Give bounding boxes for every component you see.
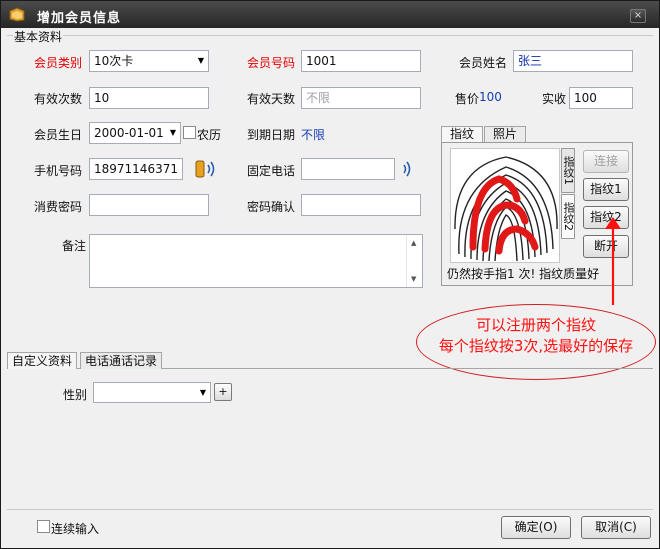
member-no-label: 会员号码: [247, 56, 296, 70]
member-no-field[interactable]: 1001: [301, 50, 421, 72]
notes-scrollbar[interactable]: ▲ ▼: [406, 235, 422, 287]
basic-info-title: 基本资料: [13, 28, 64, 45]
phone-field[interactable]: [301, 158, 395, 180]
annotation-line-1: 可以注册两个指纹: [475, 316, 596, 334]
member-name-field[interactable]: 张三: [513, 50, 633, 72]
phone-handset-icon[interactable]: [398, 158, 424, 180]
add-option-button[interactable]: +: [214, 383, 232, 401]
app-book-icon: [9, 7, 25, 22]
connect-button[interactable]: 连接: [583, 150, 629, 173]
birthday-label: 会员生日: [34, 128, 83, 142]
chevron-down-icon: ▼: [199, 388, 206, 397]
valid-times-label: 有效次数: [34, 92, 83, 106]
password-confirm-label: 密码确认: [247, 200, 296, 214]
password-confirm-field[interactable]: [301, 194, 421, 216]
mobile-label: 手机号码: [34, 164, 83, 178]
price-label: 售价: [455, 92, 480, 106]
tab-custom-info[interactable]: 自定义资料: [7, 352, 77, 369]
gender-label: 性别: [63, 388, 88, 402]
fingerprint-status: 仍然按手指1 次! 指纹质量好: [447, 267, 600, 281]
valid-times-field[interactable]: 10: [89, 87, 209, 109]
password-label: 消费密码: [34, 200, 83, 214]
scroll-down-icon[interactable]: ▼: [411, 275, 416, 283]
member-type-value: 10次卡: [94, 54, 134, 68]
mobile-field[interactable]: 18971146371: [89, 158, 183, 180]
fingerprint-1-vtab[interactable]: 指纹1: [561, 148, 575, 193]
cancel-button[interactable]: 取消(C): [581, 516, 651, 539]
tab-photo[interactable]: 照片: [484, 126, 526, 142]
close-button[interactable]: ×: [630, 9, 646, 23]
annotation-arrow-icon: [605, 217, 621, 305]
fingerprint-1-button[interactable]: 指纹1: [583, 178, 629, 201]
chevron-down-icon: ▼: [197, 56, 204, 65]
member-type-label: 会员类别: [34, 56, 83, 70]
lunar-label: 农历: [197, 128, 222, 142]
phone-label: 固定电话: [247, 164, 296, 178]
lunar-checkbox[interactable]: [183, 126, 196, 139]
footer-divider: [7, 509, 653, 510]
birthday-picker[interactable]: 2000-01-01 ▼: [89, 122, 181, 144]
phone-handset-icon[interactable]: [194, 158, 220, 180]
member-type-select[interactable]: 10次卡 ▼: [89, 50, 209, 72]
fingerprint-2-vtab[interactable]: 指纹2: [561, 194, 575, 239]
continuous-input-checkbox[interactable]: [37, 520, 50, 533]
scroll-up-icon[interactable]: ▲: [411, 239, 416, 247]
close-icon: ×: [633, 10, 643, 21]
expire-value: 不限: [301, 128, 326, 142]
window-title: 增加会员信息: [37, 11, 122, 26]
title-bar: 增加会员信息 ×: [1, 1, 659, 28]
fingerprint-image: [450, 148, 560, 263]
ok-button[interactable]: 确定(O): [501, 516, 571, 539]
tab-call-records[interactable]: 电话通话记录: [80, 352, 162, 369]
member-dialog: 增加会员信息 × 基本资料 会员类别 10次卡 ▼ 会员号码 1001 会员姓名 …: [0, 0, 660, 549]
notes-label: 备注: [62, 239, 87, 253]
notes-textarea[interactable]: ▲ ▼: [89, 234, 423, 288]
gender-select[interactable]: ▼: [93, 382, 211, 403]
valid-days-label: 有效天数: [247, 92, 296, 106]
birthday-value: 2000-01-01: [94, 126, 164, 140]
tab-fingerprint[interactable]: 指纹: [441, 126, 483, 142]
received-field[interactable]: 100: [569, 87, 633, 109]
fingerprint-icon: [454, 156, 558, 262]
expire-label: 到期日期: [247, 128, 296, 142]
member-name-label: 会员姓名: [459, 56, 508, 70]
annotation-line-2: 每个指纹按3次,选最好的保存: [438, 337, 634, 355]
password-field[interactable]: [89, 194, 209, 216]
continuous-input-label: 连续输入: [51, 522, 100, 536]
chevron-down-icon: ▼: [169, 128, 176, 137]
valid-days-field[interactable]: 不限: [301, 87, 421, 109]
price-value: 100: [479, 90, 502, 104]
received-label: 实收: [542, 92, 567, 106]
